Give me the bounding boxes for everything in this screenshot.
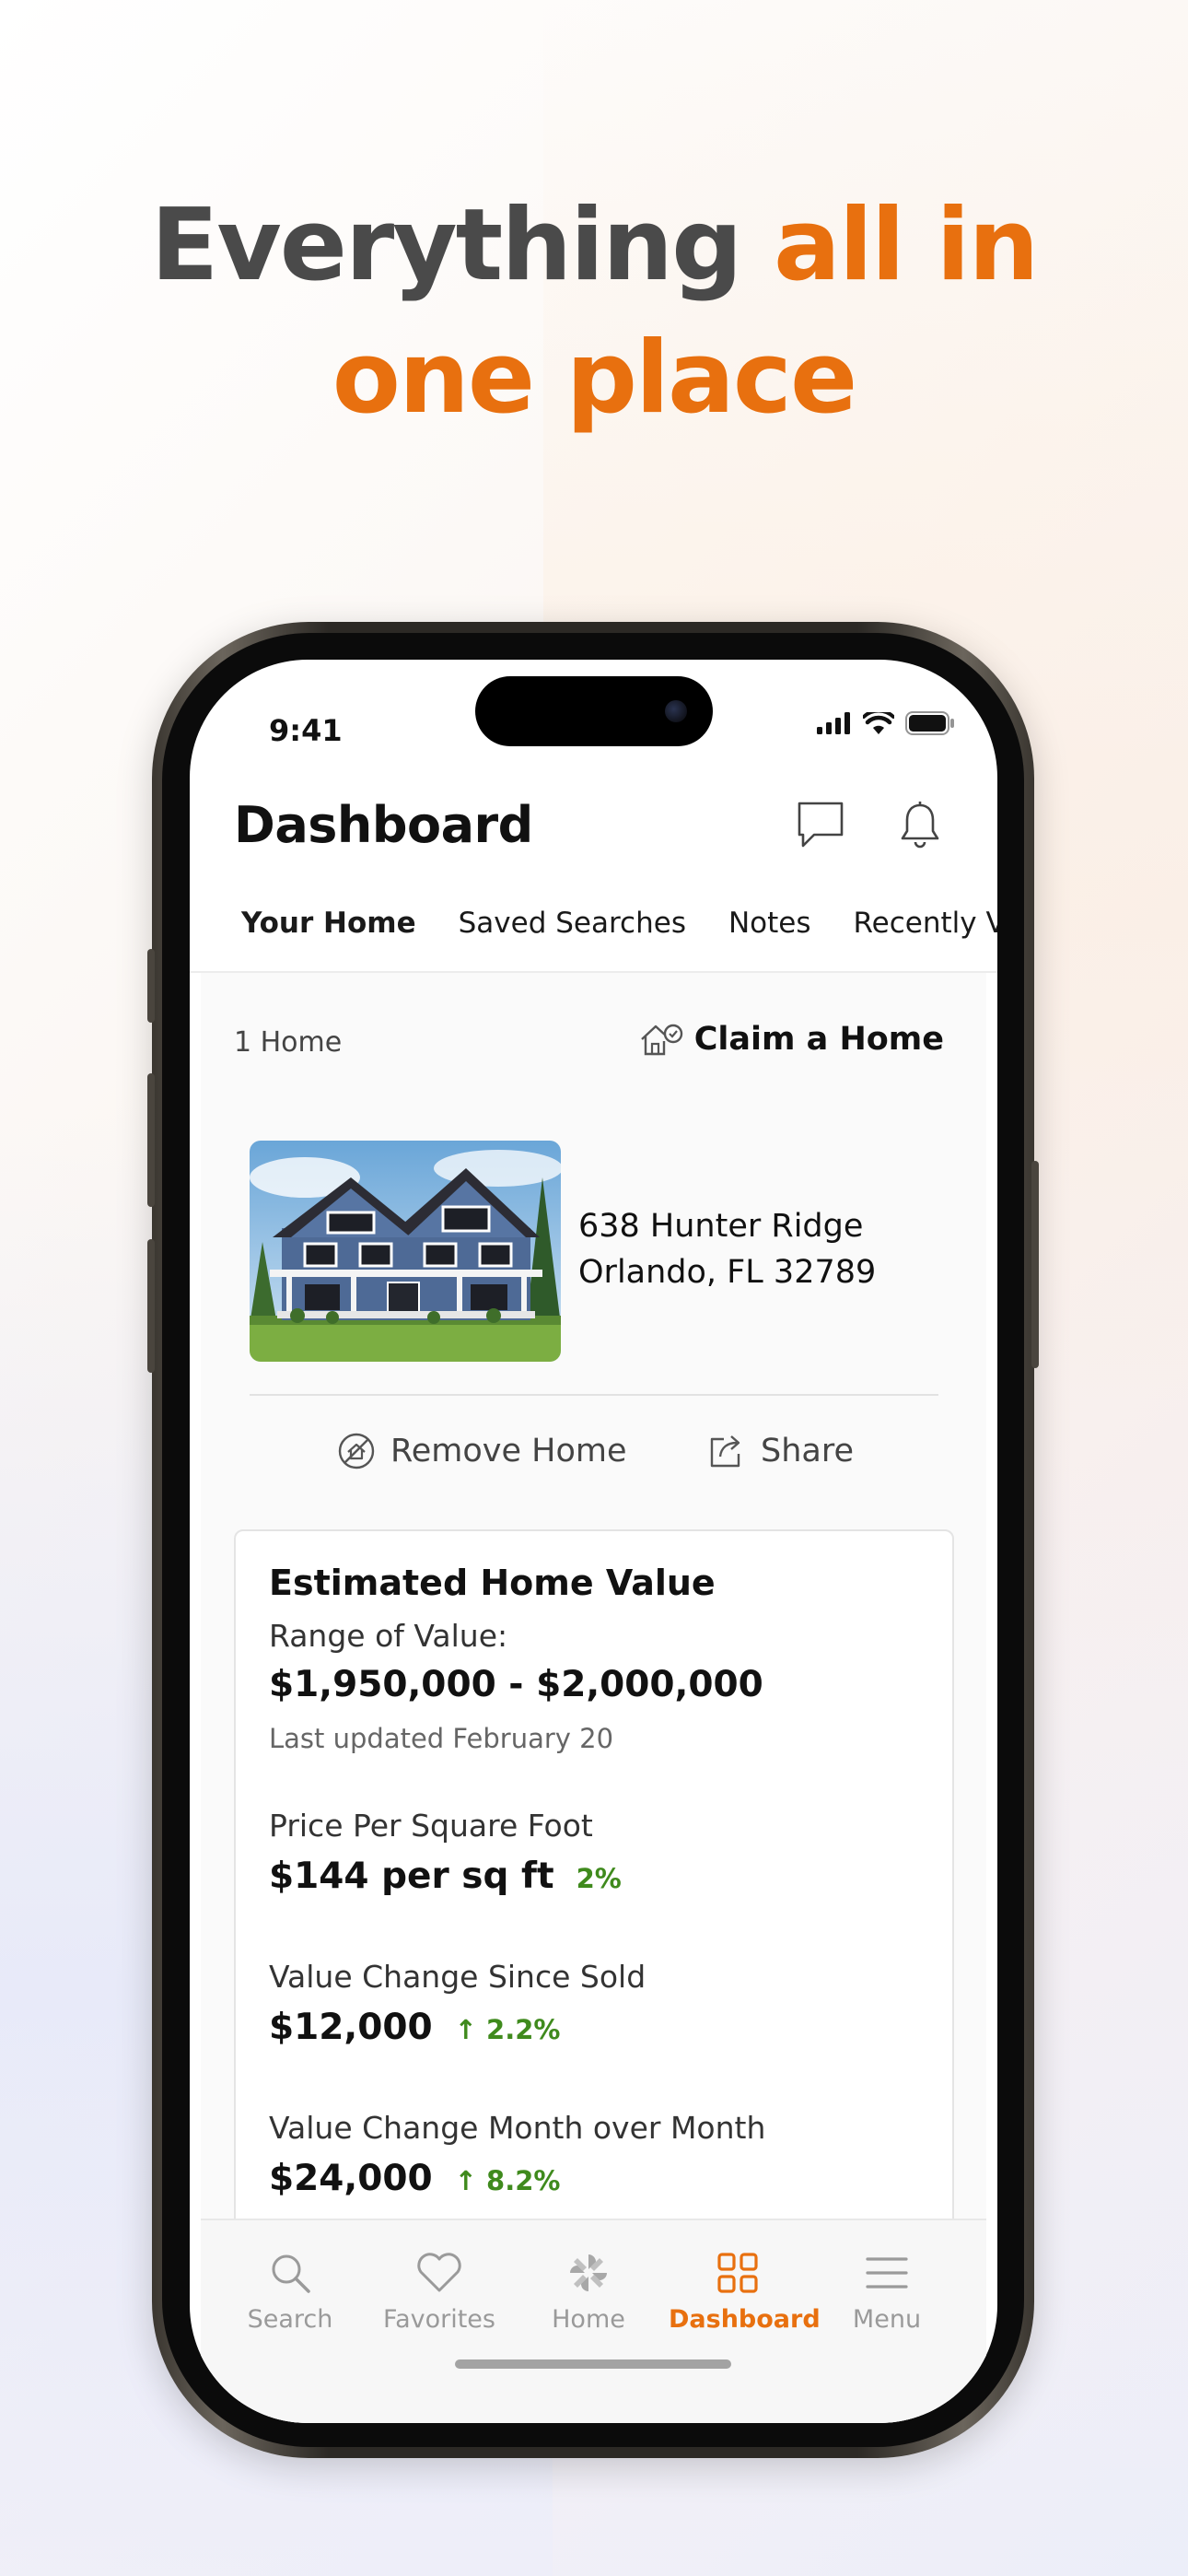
chat-icon bbox=[798, 802, 844, 848]
share-label: Share bbox=[761, 1433, 855, 1469]
home-logo-icon bbox=[570, 2254, 607, 2291]
tab-recently-viewed[interactable]: Recently Viewed bbox=[854, 907, 997, 956]
since-sold-label: Value Change Since Sold bbox=[269, 1959, 646, 1995]
last-updated: Last updated February 20 bbox=[269, 1723, 614, 1754]
nav-dashboard[interactable]: Dashboard bbox=[669, 2246, 821, 2334]
mom-row: $24,000 ↑ 8.2% bbox=[269, 2158, 560, 2199]
property-address[interactable]: 638 Hunter Ridge Orlando, FL 32789 bbox=[578, 1203, 876, 1295]
menu-icon bbox=[866, 2257, 908, 2289]
tab-your-home[interactable]: Your Home bbox=[241, 907, 416, 956]
dynamic-island bbox=[475, 676, 713, 746]
tab-notes[interactable]: Notes bbox=[728, 907, 811, 956]
property-divider bbox=[250, 1394, 938, 1396]
search-icon bbox=[272, 2254, 310, 2293]
property-photo[interactable] bbox=[250, 1141, 561, 1362]
nav-search-label: Search bbox=[247, 2305, 333, 2334]
share-button[interactable]: Share bbox=[707, 1432, 854, 1470]
mom-label: Value Change Month over Month bbox=[269, 2110, 766, 2146]
tab-saved-searches[interactable]: Saved Searches bbox=[459, 907, 686, 956]
home-count: 1 Home bbox=[234, 1026, 343, 1059]
remove-home-label: Remove Home bbox=[390, 1433, 627, 1469]
since-sold-change-badge: ↑ 2.2% bbox=[454, 2014, 561, 2045]
notifications-button[interactable] bbox=[892, 796, 948, 855]
mom-change-badge: ↑ 8.2% bbox=[454, 2165, 561, 2196]
phone-screen: 9:41 Dashboard Your Home Saved Searches … bbox=[190, 660, 997, 2423]
status-time: 9:41 bbox=[269, 713, 343, 748]
nav-dashboard-label: Dashboard bbox=[669, 2305, 821, 2334]
camera-icon bbox=[665, 700, 687, 722]
phone-volume-up bbox=[147, 1073, 155, 1207]
range-value: $1,950,000 - $2,000,000 bbox=[269, 1664, 763, 1705]
ppsf-change-badge: 2% bbox=[576, 1863, 622, 1894]
nav-favorites-label: Favorites bbox=[383, 2305, 495, 2334]
remove-home-button[interactable]: Remove Home bbox=[337, 1432, 627, 1470]
home-indicator[interactable] bbox=[455, 2359, 731, 2369]
ppsf-label: Price Per Square Foot bbox=[269, 1808, 593, 1844]
phone-silent-switch bbox=[147, 949, 155, 1023]
bottom-nav: Search Favorites Home Dashboard Menu bbox=[201, 2219, 986, 2423]
headline-accent-text-2: one place bbox=[332, 321, 857, 436]
range-label: Range of Value: bbox=[269, 1618, 508, 1654]
mom-value: $24,000 bbox=[269, 2158, 433, 2199]
claim-home-button[interactable]: Claim a Home bbox=[639, 1021, 944, 1058]
nav-home[interactable]: Home bbox=[519, 2246, 658, 2334]
ppsf-row: $144 per sq ft 2% bbox=[269, 1856, 622, 1897]
wifi-icon bbox=[863, 712, 894, 734]
headline-accent-text: all in bbox=[774, 188, 1039, 303]
remove-home-icon bbox=[338, 1433, 375, 1469]
house-image bbox=[250, 1141, 561, 1362]
claim-home-icon bbox=[640, 1024, 682, 1056]
phone-power-button bbox=[1031, 1161, 1039, 1368]
messages-button[interactable] bbox=[793, 796, 848, 855]
claim-home-label: Claim a Home bbox=[693, 1021, 944, 1058]
grid-icon bbox=[717, 2253, 758, 2293]
address-line-2: Orlando, FL 32789 bbox=[578, 1254, 877, 1291]
heart-icon bbox=[417, 2253, 461, 2292]
nav-search[interactable]: Search bbox=[221, 2246, 359, 2334]
signal-icon bbox=[817, 712, 850, 734]
ppsf-value: $144 per sq ft bbox=[269, 1856, 554, 1897]
headline-dark-text: Everything bbox=[150, 188, 743, 303]
page-title: Dashboard bbox=[234, 796, 533, 854]
bell-icon bbox=[901, 802, 939, 849]
address-line-1: 638 Hunter Ridge bbox=[578, 1208, 864, 1245]
card-title: Estimated Home Value bbox=[269, 1563, 716, 1603]
share-icon bbox=[710, 1435, 740, 1468]
nav-favorites[interactable]: Favorites bbox=[370, 2246, 508, 2334]
dashboard-tabs: Your Home Saved Searches Notes Recently … bbox=[234, 907, 997, 956]
battery-icon bbox=[905, 711, 954, 735]
nav-menu-label: Menu bbox=[852, 2305, 922, 2334]
phone-volume-down bbox=[147, 1239, 155, 1373]
nav-home-label: Home bbox=[552, 2305, 625, 2334]
since-sold-row: $12,000 ↑ 2.2% bbox=[269, 2007, 560, 2048]
status-icons bbox=[817, 711, 955, 735]
since-sold-value: $12,000 bbox=[269, 2007, 433, 2048]
nav-menu[interactable]: Menu bbox=[818, 2246, 956, 2334]
marketing-headline: Everything all in one place bbox=[0, 180, 1188, 445]
